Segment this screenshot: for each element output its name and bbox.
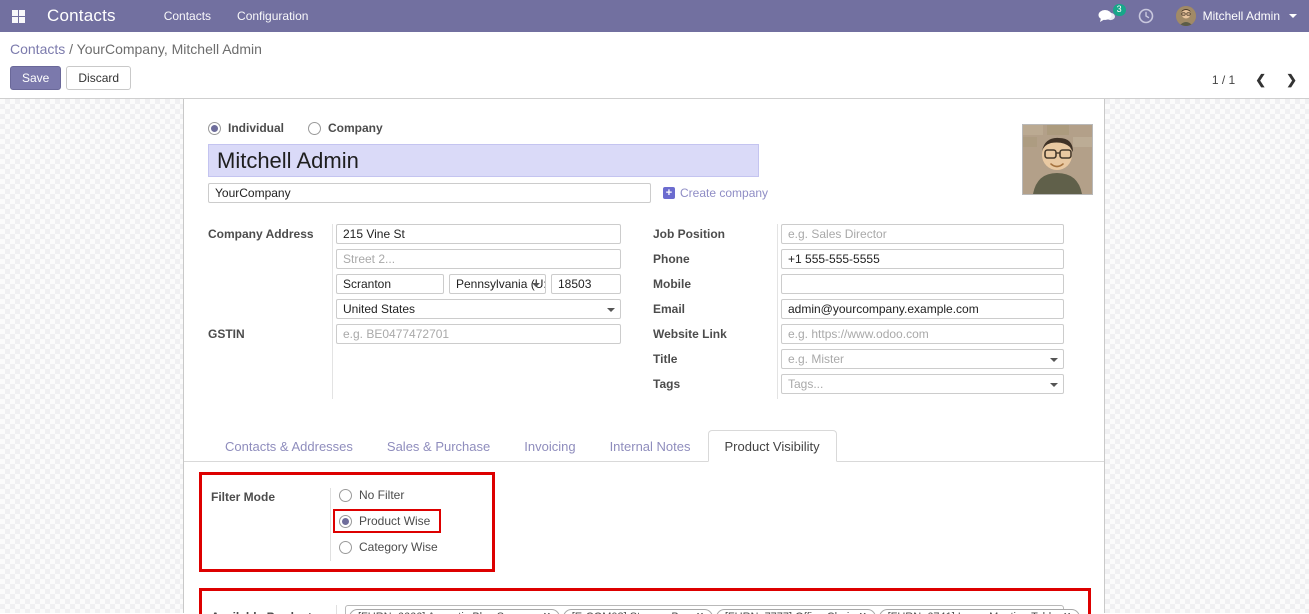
radio-category-wise[interactable]	[339, 540, 352, 554]
nav-menu-configuration[interactable]: Configuration	[237, 9, 308, 23]
country-select[interactable]: United States	[336, 299, 621, 319]
plus-square-icon	[663, 187, 675, 199]
clock-icon	[1138, 8, 1153, 24]
save-button[interactable]: Save	[10, 66, 62, 90]
city-input[interactable]	[336, 274, 444, 294]
breadcrumb: Contacts / YourCompany, Mitchell Admin	[10, 41, 1297, 57]
top-navbar: Contacts Contacts Configuration 3 Mitche…	[0, 0, 1309, 32]
company-address-label: Company Address	[208, 227, 314, 241]
available-product-highlight-box: Available Product [FURN_6666] Acoustic B…	[199, 588, 1091, 614]
product-tag: [FURN_6741] Large Meeting Table	[878, 608, 1080, 614]
tab-invoicing[interactable]: Invoicing	[507, 430, 592, 462]
radio-individual-label: Individual	[228, 121, 285, 135]
radio-product-wise[interactable]	[339, 514, 352, 528]
product-tag: [FURN_7777] Office Chair	[715, 608, 876, 614]
job-position-label: Job Position	[653, 227, 725, 241]
chevron-down-icon	[1050, 383, 1058, 387]
tab-product-visibility[interactable]: Product Visibility	[707, 430, 837, 462]
job-position-input[interactable]	[781, 224, 1064, 244]
messages-icon[interactable]: 3	[1098, 4, 1126, 23]
product-tag: [FURN_6666] Acoustic Bloc Screens	[349, 608, 560, 614]
tags-label: Tags	[653, 377, 681, 391]
discard-button[interactable]: Discard	[66, 66, 132, 90]
radio-product-wise-label: Product Wise	[359, 514, 431, 528]
company-name-input[interactable]	[208, 183, 651, 203]
chevron-down-icon	[1050, 358, 1058, 362]
product-tag-label: [FURN_6666] Acoustic Bloc Screens	[358, 611, 537, 614]
product-wise-highlight-box: Product Wise	[333, 509, 442, 533]
zip-input[interactable]	[551, 274, 621, 294]
available-product-tags-field[interactable]: [FURN_6666] Acoustic Bloc Screens [E-COM…	[345, 605, 1080, 614]
create-company-link[interactable]: Create company	[663, 186, 768, 200]
activities-icon[interactable]	[1138, 8, 1154, 24]
email-label: Email	[653, 302, 686, 316]
gstin-input[interactable]	[336, 324, 621, 344]
chevron-down-icon	[1289, 14, 1297, 18]
radio-company[interactable]	[308, 121, 322, 135]
user-name: Mitchell Admin	[1202, 9, 1280, 23]
contact-name-input[interactable]	[208, 144, 759, 177]
street2-input[interactable]	[336, 249, 621, 269]
tags-placeholder: Tags...	[788, 377, 824, 391]
mobile-label: Mobile	[653, 277, 691, 291]
messages-count-badge: 3	[1112, 4, 1126, 16]
product-tag-label: [FURN_7777] Office Chair	[725, 611, 853, 614]
notebook-tabs: Contacts & Addresses Sales & Purchase In…	[184, 429, 1104, 462]
radio-category-wise-label: Category Wise	[359, 540, 438, 554]
breadcrumb-separator: /	[65, 41, 77, 57]
tags-field[interactable]: Tags...	[781, 374, 1064, 394]
chevron-down-icon	[607, 308, 615, 312]
phone-input[interactable]	[781, 249, 1064, 269]
filter-mode-highlight-box: Filter Mode No Filter Product Wise Categ…	[199, 472, 495, 572]
title-label: Title	[653, 352, 678, 366]
radio-company-label: Company	[328, 121, 383, 135]
title-select[interactable]: e.g. Mister	[781, 349, 1064, 369]
available-product-label: Available Product	[211, 610, 336, 614]
product-tag-label: [E-COM08] Storage Box	[572, 611, 691, 614]
control-panel: Contacts / YourCompany, Mitchell Admin S…	[0, 32, 1309, 99]
country-value: United States	[343, 302, 416, 316]
radio-no-filter[interactable]	[339, 488, 352, 502]
apps-grid-icon[interactable]	[12, 9, 25, 23]
email-input[interactable]	[781, 299, 1064, 319]
contact-details-group: Job Position Phone Mobile Email Website …	[653, 224, 1064, 399]
title-placeholder: e.g. Mister	[788, 352, 845, 366]
tab-contacts-addresses[interactable]: Contacts & Addresses	[208, 430, 370, 462]
user-avatar	[1175, 6, 1196, 26]
filter-mode-options: No Filter Product Wise Category Wise	[330, 488, 442, 561]
breadcrumb-contacts-link[interactable]: Contacts	[10, 41, 65, 57]
filter-mode-label: Filter Mode	[211, 490, 276, 504]
website-input[interactable]	[781, 324, 1064, 344]
gstin-label: GSTIN	[208, 327, 245, 341]
phone-label: Phone	[653, 252, 690, 266]
pager-next-icon[interactable]: ❯	[1286, 72, 1297, 88]
breadcrumb-current: YourCompany, Mitchell Admin	[76, 41, 262, 57]
mobile-input[interactable]	[781, 274, 1064, 294]
pager-previous-icon[interactable]: ❮	[1255, 72, 1266, 88]
radio-individual[interactable]	[208, 121, 221, 135]
website-link-label: Website Link	[653, 327, 727, 341]
product-tag-label: [FURN_6741] Large Meeting Table	[888, 611, 1058, 614]
create-company-label: Create company	[680, 186, 769, 200]
tab-sales-purchase[interactable]: Sales & Purchase	[370, 430, 507, 462]
chevron-down-icon	[532, 283, 540, 287]
address-group: Company Address Pennsylvania (U:	[208, 224, 653, 399]
user-menu[interactable]: Mitchell Admin	[1175, 6, 1297, 26]
state-select[interactable]: Pennsylvania (U:	[449, 274, 546, 294]
app-title[interactable]: Contacts	[47, 6, 116, 26]
form-sheet: Individual Company Create company Compan…	[183, 99, 1105, 614]
content-background: Individual Company Create company Compan…	[0, 99, 1309, 614]
street-input[interactable]	[336, 224, 621, 244]
tab-internal-notes[interactable]: Internal Notes	[593, 430, 708, 462]
nav-menu-contacts[interactable]: Contacts	[164, 9, 211, 23]
contact-photo[interactable]	[1022, 124, 1093, 195]
product-tag: [E-COM08] Storage Box	[562, 608, 713, 614]
radio-no-filter-label: No Filter	[359, 488, 405, 502]
pager-value: 1 / 1	[1211, 73, 1236, 87]
